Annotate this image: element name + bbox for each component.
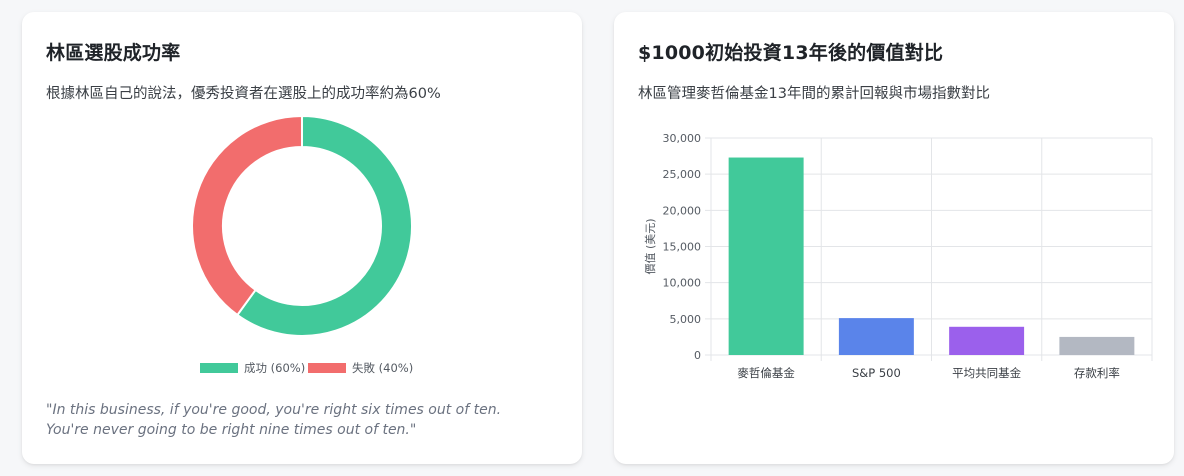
x-tick-label: 麥哲倫基金 (737, 366, 795, 380)
x-tick-label: 存款利率 (1074, 366, 1120, 380)
legend-swatch-1 (308, 363, 346, 373)
lynch-quote: "In this business, if you're good, you'r… (46, 402, 502, 438)
y-axis-label: 價值 (美元) (643, 218, 657, 274)
x-tick-label: S&P 500 (852, 366, 901, 380)
bar-3[interactable] (1059, 336, 1135, 355)
y-tick-label: 10,000 (663, 277, 702, 290)
bar-2[interactable] (949, 326, 1025, 355)
success-rate-card: 林區選股成功率 根據林區自己的說法，優秀投資者在選股上的成功率約為60% 成功 … (22, 12, 582, 464)
donut-slice-1[interactable] (191, 114, 303, 317)
x-tick-label: 平均共同基金 (952, 366, 1021, 380)
legend-label-0[interactable]: 成功 (60%) (244, 361, 305, 375)
bar-1[interactable] (838, 318, 914, 355)
legend-swatch-0 (200, 363, 238, 373)
donut-chart: 成功 (60%) 失敗 (40%) (191, 114, 413, 375)
y-tick-label: 20,000 (663, 204, 702, 217)
investment-value-card: $1000初始投資13年後的價值對比 林區管理麥哲倫基金13年間的累計回報與市場… (614, 12, 1174, 464)
bar-0[interactable] (728, 157, 804, 355)
y-tick-label: 0 (694, 349, 701, 362)
bar-chart: 0 5,000 10,000 15,000 20,000 25,000 30,000 麥哲倫基… (643, 132, 1153, 380)
y-tick-label: 15,000 (663, 241, 702, 254)
y-tick-label: 30,000 (663, 132, 702, 145)
y-tick-label: 25,000 (663, 168, 702, 181)
y-tick-label: 5,000 (670, 313, 702, 326)
legend-label-1[interactable]: 失敗 (40%) (352, 361, 413, 375)
